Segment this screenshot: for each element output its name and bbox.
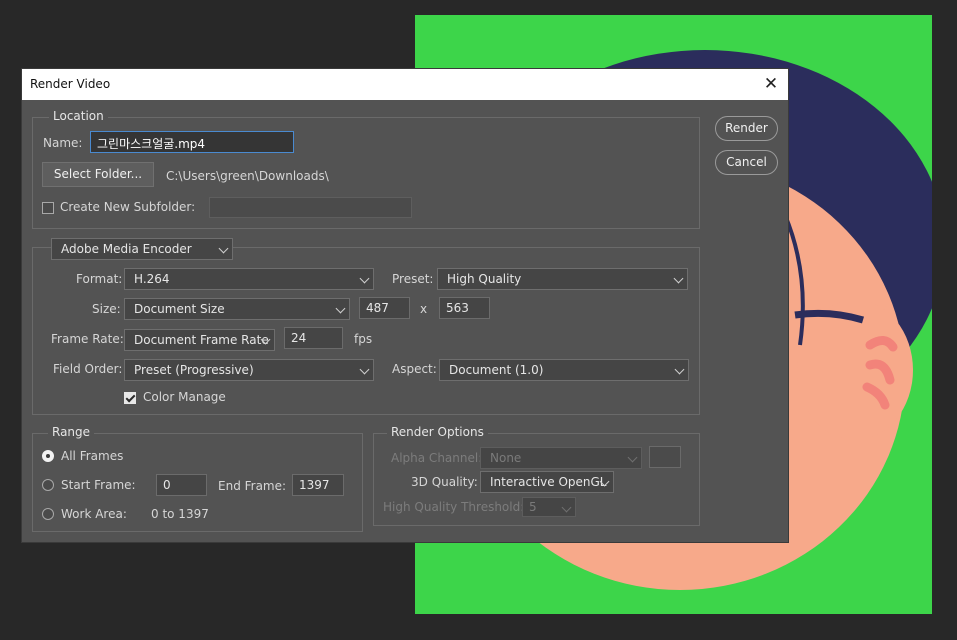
preset-select-value: High Quality: [447, 272, 522, 286]
work-area-label: Work Area:: [61, 507, 127, 521]
alpha-channel-label: Alpha Channel:: [391, 451, 483, 465]
start-frame-input[interactable]: 0: [156, 474, 207, 496]
location-legend: Location: [49, 109, 108, 123]
range-legend: Range: [48, 425, 95, 439]
chevron-down-icon: [627, 452, 638, 463]
frame-rate-select[interactable]: Document Frame Rate: [124, 329, 275, 351]
hq-threshold-label: High Quality Threshold:: [383, 500, 525, 514]
format-select[interactable]: H.264: [124, 268, 374, 290]
aspect-select-value: Document (1.0): [449, 363, 544, 377]
frame-rate-label: Frame Rate:: [51, 332, 124, 346]
height-input[interactable]: 563: [439, 297, 490, 319]
subfolder-input[interactable]: [209, 197, 412, 218]
fps-unit: fps: [354, 332, 373, 346]
name-input[interactable]: 그린마스크얼굴.mp4: [90, 131, 294, 153]
preset-select[interactable]: High Quality: [437, 268, 688, 290]
3d-quality-select-value: Interactive OpenGL: [490, 475, 607, 489]
chevron-down-icon: [359, 273, 370, 284]
width-input[interactable]: 487: [359, 297, 410, 319]
all-frames-radio[interactable]: [42, 450, 54, 462]
hq-threshold-select-value: 5: [529, 500, 537, 514]
create-subfolder-checkbox[interactable]: [42, 202, 54, 214]
field-order-select-value: Preset (Progressive): [134, 363, 254, 377]
cancel-button[interactable]: Cancel: [715, 150, 778, 175]
work-area-radio[interactable]: [42, 508, 54, 520]
preset-label: Preset:: [392, 272, 434, 286]
render-button[interactable]: Render: [715, 116, 778, 141]
alpha-channel-select[interactable]: None: [480, 447, 642, 469]
chevron-down-icon: [674, 364, 685, 375]
times-sign: x: [420, 302, 428, 316]
end-frame-label: End Frame:: [218, 479, 287, 493]
end-frame-input[interactable]: 1397: [292, 474, 344, 496]
aspect-label: Aspect:: [392, 362, 437, 376]
chevron-down-icon: [561, 502, 572, 513]
color-manage-checkbox[interactable]: [124, 392, 136, 404]
chevron-down-icon: [359, 364, 370, 375]
chevron-down-icon: [335, 303, 346, 314]
3d-quality-label: 3D Quality:: [411, 475, 478, 489]
folder-path: C:\Users\green\Downloads\: [166, 169, 329, 183]
size-select-value: Document Size: [134, 302, 225, 316]
alpha-channel-select-value: None: [490, 451, 522, 465]
fps-input[interactable]: 24: [284, 327, 343, 349]
all-frames-label: All Frames: [61, 449, 124, 463]
chevron-down-icon: [673, 273, 684, 284]
name-label: Name:: [43, 136, 83, 150]
chevron-down-icon: [218, 243, 229, 254]
dialog-title: Render Video: [30, 77, 111, 91]
field-order-label: Field Order:: [53, 362, 123, 376]
start-frame-radio[interactable]: [42, 479, 54, 491]
work-area-value: 0 to 1397: [151, 507, 209, 521]
format-select-value: H.264: [134, 272, 170, 286]
frame-rate-select-value: Document Frame Rate: [134, 333, 269, 347]
format-label: Format:: [76, 272, 123, 286]
3d-quality-select[interactable]: Interactive OpenGL: [480, 471, 614, 493]
render-options-legend: Render Options: [387, 425, 488, 439]
field-order-select[interactable]: Preset (Progressive): [124, 359, 374, 381]
close-icon[interactable]: ✕: [758, 72, 784, 96]
size-select[interactable]: Document Size: [124, 298, 350, 320]
render-video-dialog: Render Video ✕ Location Name: 그린마스크얼굴.mp…: [21, 68, 789, 543]
color-manage-label: Color Manage: [143, 390, 226, 404]
hq-threshold-select[interactable]: 5: [522, 497, 576, 517]
encoder-select-value: Adobe Media Encoder: [61, 242, 192, 256]
title-bar: Render Video ✕: [22, 69, 788, 100]
alpha-color-swatch[interactable]: [649, 446, 681, 468]
create-subfolder-label: Create New Subfolder:: [60, 200, 196, 214]
start-frame-label: Start Frame:: [61, 478, 136, 492]
encoder-select[interactable]: Adobe Media Encoder: [51, 238, 233, 260]
aspect-select[interactable]: Document (1.0): [439, 359, 689, 381]
select-folder-button[interactable]: Select Folder...: [42, 162, 154, 187]
size-label: Size:: [92, 302, 121, 316]
